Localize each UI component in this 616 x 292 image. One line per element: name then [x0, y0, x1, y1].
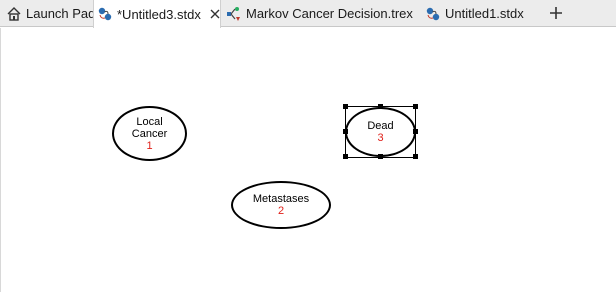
home-icon	[6, 6, 22, 22]
tab-label: Markov Cancer Decision.trex	[246, 6, 413, 21]
state-node-metastases[interactable]: Metastases 2	[231, 181, 331, 229]
selection-box	[345, 106, 416, 158]
resize-handle[interactable]	[413, 104, 418, 109]
add-tab-icon[interactable]	[548, 5, 564, 21]
resize-handle[interactable]	[413, 129, 418, 134]
tab-label: *Untitled3.stdx	[117, 6, 201, 22]
tree-icon	[226, 6, 242, 22]
node-number: 2	[277, 205, 285, 217]
resize-handle[interactable]	[413, 154, 418, 159]
resize-handle[interactable]	[343, 129, 348, 134]
node-label: Local Cancer	[131, 115, 168, 140]
resize-handle[interactable]	[343, 104, 348, 109]
tab-label: Launch Pad	[26, 6, 96, 21]
tab-markov-cancer-decision[interactable]: Markov Cancer Decision.trex	[226, 0, 422, 27]
tab-untitled3[interactable]: *Untitled3.stdx	[93, 0, 221, 28]
tab-untitled1[interactable]: Untitled1.stdx	[425, 0, 535, 27]
state-diagram-icon	[425, 6, 441, 22]
diagram-canvas[interactable]: Local Cancer 1 Dead 3 Metastases 2	[0, 28, 616, 292]
resize-handle[interactable]	[343, 154, 348, 159]
tab-bar: Launch Pad *Untitled3.stdx Markov Cancer…	[0, 0, 616, 28]
close-icon[interactable]	[209, 8, 221, 20]
state-node-local-cancer[interactable]: Local Cancer 1	[112, 106, 187, 161]
tab-label: Untitled1.stdx	[445, 6, 524, 21]
resize-handle[interactable]	[378, 154, 383, 159]
node-label: Metastases	[252, 193, 310, 205]
state-diagram-icon	[97, 6, 113, 22]
resize-handle[interactable]	[378, 104, 383, 109]
tab-launch-pad[interactable]: Launch Pad	[6, 0, 95, 27]
node-number: 1	[146, 139, 153, 152]
